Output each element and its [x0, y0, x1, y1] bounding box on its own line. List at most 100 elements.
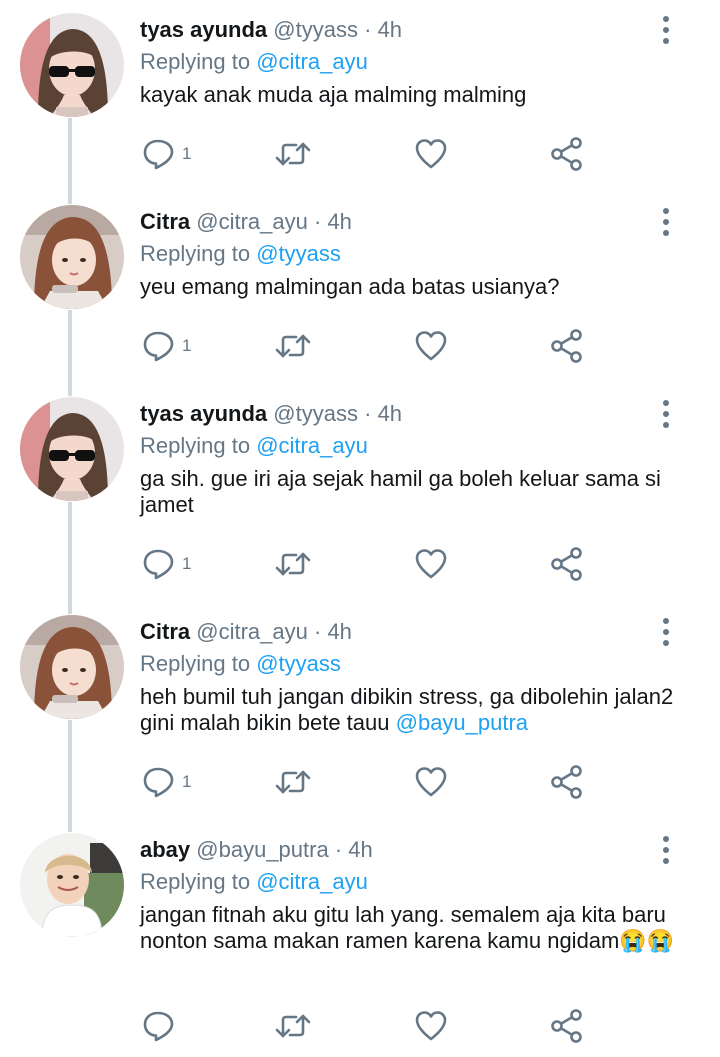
replying-to-mention[interactable]: @citra_ayu	[256, 869, 368, 894]
tweet-header: tyas ayunda @tyyass · 4h	[140, 16, 402, 44]
tweet-text: yeu emang malmingan ada batas usianya?	[140, 274, 560, 299]
username[interactable]: @tyyass	[273, 401, 358, 426]
heart-icon	[414, 137, 448, 171]
tweet-actions: 1	[140, 544, 600, 584]
reply-count: 1	[182, 554, 192, 573]
display-name[interactable]: tyas ayunda	[140, 17, 267, 42]
share-button[interactable]	[550, 544, 584, 584]
tweet-actions: 1	[140, 762, 600, 802]
heart-icon	[414, 1009, 448, 1043]
more-vertical-icon[interactable]	[654, 206, 678, 238]
tweet-text: heh bumil tuh jangan dibikin stress, ga …	[140, 684, 685, 736]
reply-button[interactable]: 1	[142, 544, 191, 584]
share-button[interactable]	[550, 134, 584, 174]
retweet-button[interactable]	[274, 1006, 312, 1046]
share-button[interactable]	[550, 326, 584, 366]
replying-to-mention[interactable]: @citra_ayu	[256, 433, 368, 458]
like-button[interactable]	[414, 134, 448, 174]
replying-to-label: Replying to	[140, 433, 251, 458]
display-name[interactable]: Citra	[140, 619, 190, 644]
like-button[interactable]	[414, 762, 448, 802]
replying-to-label: Replying to	[140, 869, 251, 894]
more-vertical-icon[interactable]	[654, 834, 678, 866]
retweet-icon	[274, 547, 312, 581]
share-icon	[550, 547, 584, 581]
heart-icon	[414, 329, 448, 363]
tweet[interactable]: tyas ayunda @tyyass · 4h Replying to @ci…	[0, 384, 720, 602]
timestamp[interactable]: 4h	[378, 17, 402, 42]
timestamp[interactable]: 4h	[327, 619, 351, 644]
replying-to-label: Replying to	[140, 651, 251, 676]
replying-to-mention[interactable]: @tyyass	[256, 651, 341, 676]
timestamp[interactable]: 4h	[378, 401, 402, 426]
avatar[interactable]	[20, 13, 124, 117]
share-icon	[550, 765, 584, 799]
retweet-button[interactable]	[274, 326, 312, 366]
share-button[interactable]	[550, 762, 584, 802]
tweet-text: ga sih. gue iri aja sejak hamil ga boleh…	[140, 466, 661, 517]
separator: ·	[313, 619, 322, 644]
heart-icon	[414, 765, 448, 799]
retweet-icon	[274, 1009, 312, 1043]
display-name[interactable]: tyas ayunda	[140, 401, 267, 426]
replying-to: Replying to @tyyass	[140, 240, 341, 268]
separator: ·	[364, 17, 372, 42]
username[interactable]: @citra_ayu	[196, 209, 308, 234]
tweet[interactable]: Citra @citra_ayu · 4h Replying to @tyyas…	[0, 192, 720, 384]
reply-count: 1	[182, 336, 192, 355]
replying-to: Replying to @citra_ayu	[140, 868, 368, 896]
reply-icon	[142, 1009, 176, 1043]
avatar[interactable]	[20, 205, 124, 309]
avatar[interactable]	[20, 833, 124, 937]
display-name[interactable]: Citra	[140, 209, 190, 234]
reply-icon	[142, 137, 176, 171]
replying-to-label: Replying to	[140, 241, 251, 266]
separator: ·	[364, 401, 372, 426]
separator: ·	[334, 837, 343, 862]
replying-to-mention[interactable]: @tyyass	[256, 241, 341, 266]
reply-button[interactable]	[142, 1006, 182, 1046]
tweet-header: Citra @citra_ayu · 4h	[140, 618, 352, 646]
retweet-button[interactable]	[274, 134, 312, 174]
tweet-header: tyas ayunda @tyyass · 4h	[140, 400, 402, 428]
tweet[interactable]: tyas ayunda @tyyass · 4h Replying to @ci…	[0, 0, 720, 192]
heart-icon	[414, 547, 448, 581]
reply-icon	[142, 547, 176, 581]
tweet-header: Citra @citra_ayu · 4h	[140, 208, 352, 236]
retweet-button[interactable]	[274, 762, 312, 802]
replying-to-mention[interactable]: @citra_ayu	[256, 49, 368, 74]
more-vertical-icon[interactable]	[654, 616, 678, 648]
username[interactable]: @citra_ayu	[196, 619, 308, 644]
share-button[interactable]	[550, 1006, 584, 1046]
retweet-icon	[274, 329, 312, 363]
more-vertical-icon[interactable]	[654, 398, 678, 430]
more-vertical-icon[interactable]	[654, 14, 678, 46]
avatar[interactable]	[20, 397, 124, 501]
share-icon	[550, 329, 584, 363]
tweet-actions: 1	[140, 134, 600, 174]
share-icon	[550, 1009, 584, 1043]
replying-to: Replying to @tyyass	[140, 650, 341, 678]
username[interactable]: @tyyass	[273, 17, 358, 42]
tweet-text: kayak anak muda aja malming malming	[140, 82, 527, 107]
tweet[interactable]: Citra @citra_ayu · 4h Replying to @tyyas…	[0, 602, 720, 820]
retweet-button[interactable]	[274, 544, 312, 584]
display-name[interactable]: abay	[140, 837, 190, 862]
like-button[interactable]	[414, 326, 448, 366]
username[interactable]: @bayu_putra	[196, 837, 328, 862]
tweet[interactable]: abay @bayu_putra · 4h Replying to @citra…	[0, 820, 720, 1057]
reply-button[interactable]: 1	[142, 762, 191, 802]
retweet-icon	[274, 765, 312, 799]
timestamp[interactable]: 4h	[348, 837, 372, 862]
reply-count: 1	[182, 772, 192, 791]
inline-mention[interactable]: @bayu_putra	[396, 710, 528, 735]
reply-button[interactable]: 1	[142, 326, 191, 366]
avatar[interactable]	[20, 615, 124, 719]
tweet-actions	[140, 1006, 600, 1046]
like-button[interactable]	[414, 544, 448, 584]
like-button[interactable]	[414, 1006, 448, 1046]
reply-button[interactable]: 1	[142, 134, 191, 174]
timestamp[interactable]: 4h	[327, 209, 351, 234]
tweet-text: jangan fitnah aku gitu lah yang. semalem…	[140, 902, 675, 953]
tweet-actions: 1	[140, 326, 600, 366]
